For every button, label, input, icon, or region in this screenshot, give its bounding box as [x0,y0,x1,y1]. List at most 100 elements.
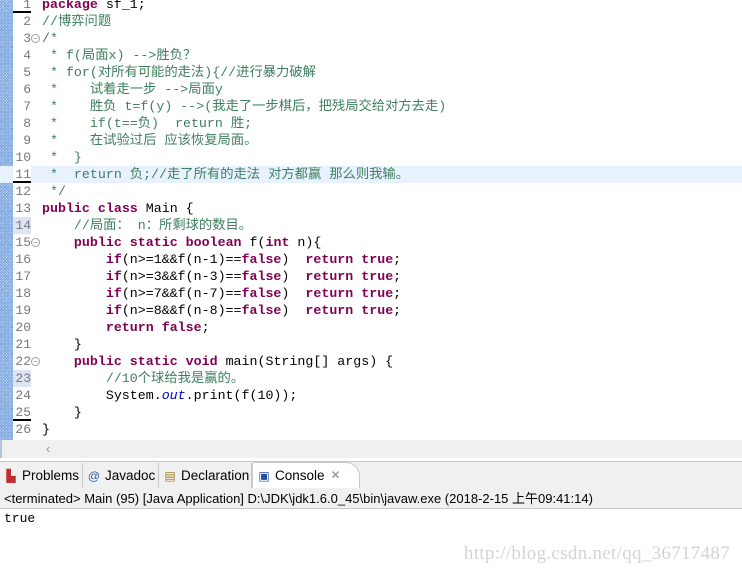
code-token: (n>=3&&f(n-3)== [121,269,242,284]
line-number: 4 [13,47,31,64]
code-line[interactable]: 23 //10个球给我是赢的。 [0,370,742,387]
code-line[interactable]: 5 * for(对所有可能的走法){//进行暴力破解 [0,64,742,81]
code-text: } [42,336,82,353]
horizontal-scrollbar[interactable]: ‹ [0,440,742,458]
code-lines: 1 package sf_1; 2//博弈问题 3−/* 4 * f(局面x) -->胜… [0,0,742,438]
comment: //博弈问题 [42,14,112,29]
code-line[interactable]: 16 if(n>=1&&f(n-1)==false) return true; [0,251,742,268]
comment: */ [42,184,66,199]
declaration-icon: ▤ [164,468,176,483]
console-output: true [4,511,36,526]
code-text: public static boolean f(int n){ [42,234,321,251]
code-line[interactable]: 2 //博弈问题 [0,13,742,30]
tab-javadoc[interactable]: @ Javadoc [83,463,159,488]
comment: * for(对所有可能的走法){//进行暴力破解 [42,65,316,80]
tab-console[interactable]: ▣ Console ✕ [252,462,360,488]
close-icon[interactable]: ✕ [331,463,341,488]
tab-declaration[interactable]: ▤ Declaration [159,463,252,488]
code-line[interactable]: 7 * 胜负 t=f(y) -->(我走了一步棋后，把残局交给对方去走) [0,98,742,115]
at-icon: @ [87,468,101,483]
code-line[interactable]: 18 if(n>=7&&f(n-7)==false) return true; [0,285,742,302]
line-number: 22 [13,353,31,370]
line-number: 10 [13,149,31,166]
keyword: if [105,303,122,318]
code-line[interactable]: 26} [0,421,742,438]
line-number: 24 [13,387,31,404]
code-line[interactable]: 3−/* [0,30,742,47]
scroll-left-icon[interactable]: ‹ [46,441,50,456]
console-icon: ▣ [258,468,270,483]
comment: * 胜负 t=f(y) -->(我走了一步棋后，把残局交给对方去走) [42,99,447,114]
keyword: return [305,303,354,318]
code-token: ; [201,320,210,335]
code-line[interactable]: 24 System.out.print(f(10)); [0,387,742,404]
line-number: 15 [13,234,31,251]
keyword: return [305,269,354,284]
code-token: .print(f(10)); [185,388,298,403]
keyword: static [129,354,178,369]
code-text: } [42,404,82,421]
keyword: void [185,354,218,369]
keyword: true [361,303,394,318]
fold-toggle-icon[interactable]: − [31,238,40,247]
view-tab-bar: ▙ Problems @ Javadoc ▤ Declaration ▣ Con… [0,461,742,490]
line-number: 16 [13,251,31,268]
fold-toggle-icon[interactable]: − [31,34,40,43]
line-number: 12 [13,183,31,200]
code-text: */ [42,183,66,200]
code-text: * } [42,149,82,166]
fold-toggle-icon[interactable]: − [31,357,40,366]
keyword: package [42,0,98,12]
code-text: * f(局面x) -->胜负？ [42,47,196,64]
code-text: System.out.print(f(10)); [42,387,298,404]
code-line[interactable]: 15− public static boolean f(int n){ [0,234,742,251]
code-text: //局面： n：所剩球的数目。 [42,217,252,234]
tab-problems[interactable]: ▙ Problems [0,463,83,488]
code-line[interactable]: 1 package sf_1; [0,0,742,13]
code-line[interactable]: 25 } [0,404,742,421]
line-number: 8 [13,115,31,132]
code-line[interactable]: 9 * 在试验过后 应该恢复局面。 [0,132,742,149]
code-line[interactable]: 11 * return 负;//走了所有的走法 对方都赢 那么则我输。 [0,166,742,183]
code-line[interactable]: 6 * 试着走一步 -->局面y [0,81,742,98]
code-line[interactable]: 22− public static void main(String[] arg… [0,353,742,370]
code-line[interactable]: 19 if(n>=8&&f(n-8)==false) return true; [0,302,742,319]
code-token: ; [393,269,402,284]
keyword: false [241,303,282,318]
console-output-area[interactable]: true http://blog.csdn.net/qq_36717487 [0,509,742,574]
line-number: 13 [13,200,31,217]
line-number: 6 [13,81,31,98]
code-line[interactable]: 13 public class Main { [0,200,742,217]
code-text: public static void main(String[] args) { [42,353,393,370]
code-token: ; [393,303,402,318]
code-line[interactable]: 14 //局面： n：所剩球的数目。 [0,217,742,234]
keyword: false [241,269,282,284]
code-line[interactable]: 10 * } [0,149,742,166]
tab-label: Problems [22,468,80,483]
code-line[interactable]: 8 * if(t==负) return 胜; [0,115,742,132]
keyword: if [105,286,122,301]
comment: //10个球给我是赢的。 [105,371,245,386]
code-text: } [42,421,50,438]
code-editor[interactable]: 1 package sf_1; 2//博弈问题 3−/* 4 * f(局面x) -->胜… [0,0,742,440]
code-token: Main { [137,201,194,216]
keyword: public [73,354,122,369]
keyword: public [73,235,122,250]
code-line[interactable]: 20 return false; [0,319,742,336]
code-text: if(n>=1&&f(n-1)==false) return true; [42,251,401,268]
line-number: 17 [13,268,31,285]
code-text: * 在试验过后 应该恢复局面。 [42,132,257,149]
code-line[interactable]: 21 } [0,336,742,353]
comment: /* [42,31,58,46]
line-number: 20 [13,319,31,336]
code-line[interactable]: 4 * f(局面x) -->胜负？ [0,47,742,64]
keyword: true [361,269,394,284]
code-line[interactable]: 12 */ [0,183,742,200]
code-line[interactable]: 17 if(n>=3&&f(n-3)==false) return true; [0,268,742,285]
code-token: ) [281,286,306,301]
comment: * 试着走一步 -->局面y [42,82,223,97]
